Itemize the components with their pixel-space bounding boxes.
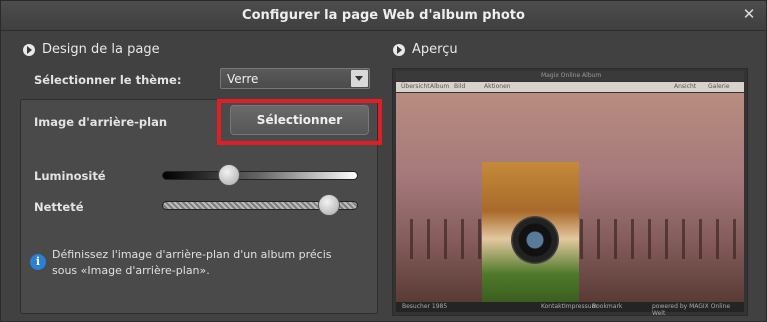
- brightness-slider-track[interactable]: [162, 171, 358, 180]
- title-bar: Configurer la page Web d'album photo ✕: [1, 1, 766, 31]
- design-heading: Design de la page: [42, 42, 160, 57]
- preview-status-left: Besucher 1985: [402, 303, 448, 310]
- preview-breadcrumb-1: Album: [430, 83, 450, 90]
- preview-toolbar: Übersicht Album Bild Aktionen Ansicht Ga…: [396, 82, 744, 92]
- theme-select[interactable]: Verre: [220, 68, 370, 89]
- preview-statusbar: Besucher 1985 Kontakt Impressum Bookmark…: [396, 302, 744, 317]
- preview-section-header[interactable]: Aperçu: [393, 42, 458, 57]
- preview-app-title: Magix Online Album: [541, 72, 602, 79]
- play-icon: [393, 43, 405, 56]
- chevron-down-icon[interactable]: [351, 70, 368, 87]
- background-label: Image d'arrière-plan: [34, 115, 168, 129]
- design-section-header[interactable]: Design de la page: [23, 42, 160, 57]
- preview-titlebar: Magix Online Album: [396, 71, 744, 81]
- preview-heading: Aperçu: [412, 42, 458, 57]
- theme-select-value: Verre: [227, 72, 259, 86]
- info-text: Définissez l'image d'arrière-plan d'un a…: [52, 248, 332, 277]
- dialog-title: Configurer la page Web d'album photo: [242, 8, 525, 23]
- preview-status-link-0: Kontakt: [541, 303, 564, 310]
- preview-pane: Magix Online Album Übersicht Album Bild …: [392, 68, 748, 317]
- preview-breadcrumb-2: Bild: [454, 83, 466, 90]
- highlight-box: [217, 99, 382, 145]
- preview-status-right: powered by MAGIX Online Welt: [652, 303, 731, 317]
- sharpness-slider-handle[interactable]: [317, 194, 340, 216]
- camera-lens: [511, 216, 559, 264]
- sharpness-label: Netteté: [34, 200, 84, 214]
- brightness-label: Luminosité: [34, 169, 106, 183]
- dialog: Configurer la page Web d'album photo ✕ D…: [0, 0, 767, 322]
- brightness-slider-handle[interactable]: [217, 164, 240, 186]
- preview-status-link-2: Bookmark: [592, 303, 623, 310]
- play-icon: [23, 43, 35, 56]
- preview-view-value: Galerie: [708, 83, 730, 90]
- theme-label: Sélectionner le thème:: [34, 73, 182, 87]
- close-icon[interactable]: ✕: [740, 5, 758, 23]
- info-icon: i: [30, 254, 46, 270]
- preview-view-label: Ansicht: [674, 83, 697, 90]
- preview-action: Aktionen: [484, 83, 511, 90]
- preview-breadcrumb-0: Übersicht: [401, 83, 430, 90]
